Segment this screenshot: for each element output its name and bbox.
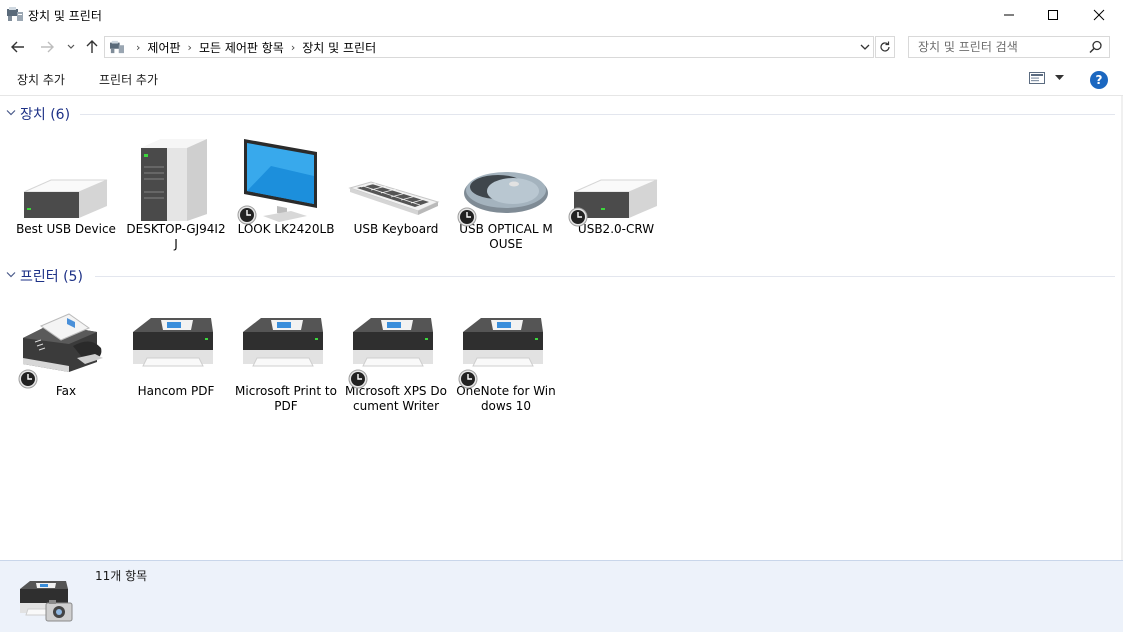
recent-locations-button[interactable] bbox=[64, 36, 78, 58]
details-pane: 11개 항목 bbox=[0, 560, 1123, 632]
breadcrumb-separator[interactable]: › bbox=[188, 41, 192, 54]
search-input[interactable] bbox=[909, 37, 1084, 57]
device-item[interactable]: DESKTOP-GJ94I2J bbox=[121, 136, 231, 252]
clock-badge-icon bbox=[457, 207, 477, 227]
add-printer-button[interactable]: 프린터 추가 bbox=[99, 71, 158, 88]
section-header-devices[interactable]: 장치 (6) bbox=[0, 104, 1115, 124]
device-item[interactable]: LOOK LK2420LB bbox=[231, 136, 341, 237]
printer-item[interactable]: Fax bbox=[11, 298, 121, 399]
breadcrumb: › 제어판 › 모든 제어판 항목 › 장치 및 프린터 bbox=[129, 39, 376, 56]
device-label: USB Keyboard bbox=[353, 222, 439, 236]
section-title-printers: 프린터 (5) bbox=[20, 269, 83, 285]
window-title: 장치 및 프린터 bbox=[28, 9, 102, 23]
close-button[interactable] bbox=[1076, 0, 1122, 30]
breadcrumb-control-panel[interactable]: 제어판 bbox=[147, 39, 180, 56]
clock-badge-icon bbox=[568, 207, 588, 227]
title-bar: 장치 및 프린터 bbox=[0, 0, 1123, 30]
printer-icon bbox=[133, 318, 213, 367]
add-device-button[interactable]: 장치 추가 bbox=[17, 71, 65, 88]
clock-badge-icon bbox=[348, 369, 368, 389]
device-item[interactable]: USB OPTICAL MOUSE bbox=[451, 136, 561, 252]
section-title-devices: 장치 (6) bbox=[20, 107, 71, 123]
close-icon bbox=[1093, 9, 1105, 21]
printer-item[interactable]: Microsoft XPS Document Writer bbox=[341, 298, 451, 414]
maximize-icon bbox=[1048, 10, 1058, 20]
search-icon[interactable] bbox=[1089, 40, 1103, 54]
arrow-right-icon bbox=[41, 41, 54, 53]
breadcrumb-all-items[interactable]: 모든 제어판 항목 bbox=[199, 39, 284, 56]
back-button[interactable] bbox=[10, 36, 26, 58]
refresh-button[interactable] bbox=[875, 36, 895, 58]
devices-printers-thumbnail-icon bbox=[20, 581, 73, 622]
chevron-down-icon[interactable] bbox=[6, 109, 16, 117]
up-button[interactable] bbox=[84, 36, 100, 58]
command-bar: 장치 추가 프린터 추가 ? bbox=[0, 62, 1123, 96]
refresh-icon bbox=[880, 41, 890, 52]
arrow-up-icon bbox=[86, 40, 98, 53]
arrow-left-icon bbox=[11, 41, 24, 53]
address-dropdown-button[interactable] bbox=[859, 39, 871, 58]
clock-badge-icon bbox=[237, 205, 257, 225]
search-box[interactable] bbox=[908, 36, 1110, 58]
chevron-down-icon bbox=[67, 44, 75, 49]
printer-item[interactable]: Hancom PDF bbox=[121, 298, 231, 399]
external-drive-icon bbox=[23, 179, 108, 218]
breadcrumb-devices-printers[interactable]: 장치 및 프린터 bbox=[302, 39, 376, 56]
breadcrumb-separator[interactable]: › bbox=[291, 41, 295, 54]
section-divider bbox=[80, 114, 1115, 115]
clock-badge-icon bbox=[18, 369, 38, 389]
minimize-icon bbox=[1004, 14, 1014, 16]
navigation-bar: › 제어판 › 모든 제어판 항목 › 장치 및 프린터 bbox=[0, 32, 1123, 62]
device-item[interactable]: USB2.0-CRW bbox=[561, 136, 671, 237]
change-view-button[interactable] bbox=[1029, 72, 1064, 84]
caret-down-icon bbox=[1055, 75, 1064, 80]
printer-label: Microsoft Print to PDF bbox=[235, 384, 337, 413]
devices-printers-icon bbox=[7, 7, 23, 21]
device-item[interactable]: Best USB Device bbox=[11, 136, 121, 237]
item-count: 11개 항목 bbox=[95, 569, 148, 583]
computer-tower-icon bbox=[141, 139, 207, 221]
clock-badge-icon bbox=[458, 369, 478, 389]
printer-item[interactable]: Microsoft Print to PDF bbox=[231, 298, 341, 414]
printer-label: Hancom PDF bbox=[137, 384, 215, 398]
maximize-button[interactable] bbox=[1030, 0, 1076, 30]
minimize-button[interactable] bbox=[986, 0, 1032, 30]
address-bar[interactable]: › 제어판 › 모든 제어판 항목 › 장치 및 프린터 bbox=[104, 36, 874, 58]
chevron-down-icon bbox=[860, 44, 870, 50]
chevron-down-icon[interactable] bbox=[6, 271, 16, 279]
printer-item[interactable]: OneNote for Windows 10 bbox=[451, 298, 561, 414]
breadcrumb-separator[interactable]: › bbox=[136, 41, 140, 54]
control-panel-icon bbox=[110, 40, 124, 54]
device-label: DESKTOP-GJ94I2J bbox=[126, 222, 226, 251]
printer-icon bbox=[243, 318, 323, 367]
view-icon bbox=[1029, 72, 1045, 84]
help-button[interactable]: ? bbox=[1090, 71, 1108, 89]
forward-button[interactable] bbox=[39, 36, 55, 58]
device-item[interactable]: USB Keyboard bbox=[341, 136, 451, 237]
section-divider bbox=[95, 276, 1115, 277]
section-header-printers[interactable]: 프린터 (5) bbox=[0, 266, 1115, 286]
device-label: Best USB Device bbox=[16, 222, 116, 236]
keyboard-icon bbox=[348, 181, 440, 215]
